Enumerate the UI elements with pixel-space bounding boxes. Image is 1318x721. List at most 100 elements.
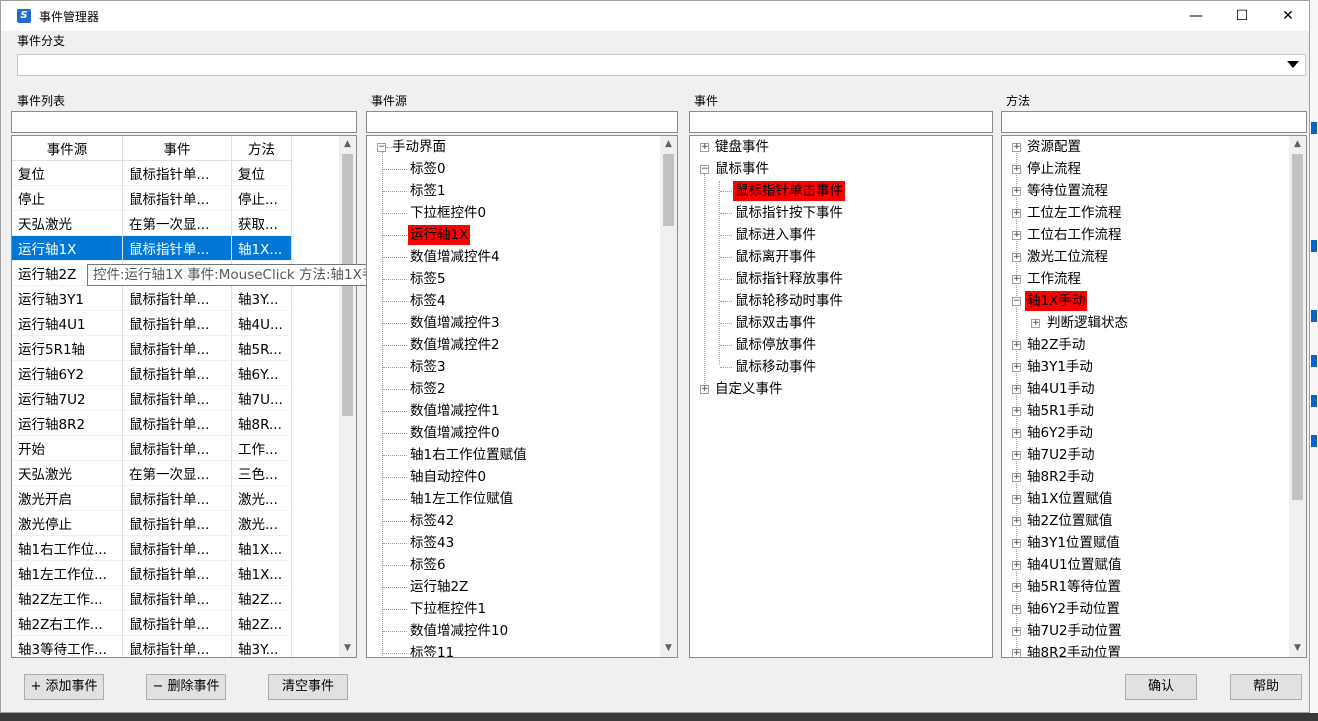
tree-node-method[interactable]: 激光工位流程 xyxy=(1025,247,1110,267)
tree-node-event[interactable]: 鼠标轮移动时事件 xyxy=(733,291,845,311)
cell-source[interactable]: 开始 xyxy=(12,435,123,461)
scroll-up-icon[interactable]: ▲ xyxy=(339,136,356,153)
table-row[interactable]: 复位 鼠标指针单... 复位 xyxy=(12,160,292,186)
scroll-up-icon[interactable]: ▲ xyxy=(1289,136,1306,153)
table-row[interactable]: 轴3等待工作... 鼠标指针单... 轴3Y... xyxy=(12,635,292,657)
tree-node-event[interactable]: 鼠标指针释放事件 xyxy=(733,269,845,289)
table-row[interactable]: 开始 鼠标指针单... 工作... xyxy=(12,435,292,461)
expand-icon[interactable]: + xyxy=(1012,451,1021,460)
cell-event[interactable]: 鼠标指针单... xyxy=(122,635,232,657)
tree-node[interactable]: 标签11 xyxy=(408,643,456,657)
tree-node-method[interactable]: 轴3Y1手动 xyxy=(1025,357,1095,377)
scroll-down-icon[interactable]: ▼ xyxy=(339,640,356,657)
table-row[interactable]: 停止 鼠标指针单... 停止... xyxy=(12,185,292,211)
cell-event[interactable]: 鼠标指针单... xyxy=(122,560,232,586)
tree-node-method[interactable]: 停止流程 xyxy=(1025,159,1083,179)
cell-source[interactable]: 轴2Z左工作... xyxy=(12,585,123,611)
expand-icon[interactable]: + xyxy=(1012,627,1021,636)
close-button[interactable]: ✕ xyxy=(1265,1,1309,31)
event-list-grid[interactable]: 事件源 事件 方法 复位 鼠标指针单... 复位 停止 鼠标指针单... 停止... 天弘激… xyxy=(11,135,357,658)
tree-node[interactable]: 数值增减控件3 xyxy=(408,313,502,333)
cell-event[interactable]: 鼠标指针单... xyxy=(122,160,232,186)
tree-node-event[interactable]: 鼠标进入事件 xyxy=(733,225,818,245)
tree-node-keyboard[interactable]: 键盘事件 xyxy=(713,137,771,157)
tree-node-event[interactable]: 鼠标停放事件 xyxy=(733,335,818,355)
tree-node[interactable]: 轴1左工作位赋值 xyxy=(408,489,515,509)
cell-source[interactable]: 运行轴3Y1 xyxy=(12,285,123,311)
minimize-button[interactable]: — xyxy=(1173,1,1219,31)
collapse-icon[interactable]: − xyxy=(377,143,386,152)
tree-node-method[interactable]: 轴8R2手动 xyxy=(1025,467,1096,487)
tree-node-method[interactable]: 轴5R1等待位置 xyxy=(1025,577,1123,597)
tree-node-method[interactable]: 轴4U1手动 xyxy=(1025,379,1097,399)
table-row[interactable]: 轴1左工作位... 鼠标指针单... 轴1X... xyxy=(12,560,292,586)
events-tree[interactable]: + 键盘事件 − 鼠标事件 鼠标指针单击事件 鼠标指针按下事件 鼠标进入事件 鼠标离开事件 鼠标… xyxy=(689,135,993,658)
table-row[interactable]: 激光停止 鼠标指针单... 激光... xyxy=(12,510,292,536)
expand-icon[interactable]: + xyxy=(700,143,709,152)
expand-icon[interactable]: + xyxy=(1012,253,1021,262)
scroll-thumb[interactable] xyxy=(1292,154,1303,500)
methods-tree[interactable]: + 资源配置 + 停止流程 + 等待位置流程 + 工位左工作流程 + 工位右工作流程 + 激光工位流程… xyxy=(1001,135,1307,658)
cell-source[interactable]: 天弘激光 xyxy=(12,460,123,486)
cell-source[interactable]: 停止 xyxy=(12,185,123,211)
expand-icon[interactable]: + xyxy=(1012,495,1021,504)
cell-method[interactable]: 轴1X... xyxy=(231,535,292,561)
table-row[interactable]: 运行轴1X 鼠标指针单... 轴1X... xyxy=(12,235,292,261)
cell-method[interactable]: 轴6Y... xyxy=(231,360,292,386)
tree-node-event[interactable]: 鼠标双击事件 xyxy=(733,313,818,333)
tree-node[interactable]: 标签1 xyxy=(408,181,448,201)
tree-node-method[interactable]: 轴6Y2手动位置 xyxy=(1025,599,1122,619)
event-list-filter-input[interactable] xyxy=(11,111,357,133)
scroll-up-icon[interactable]: ▲ xyxy=(660,136,677,153)
expand-icon[interactable]: + xyxy=(1012,517,1021,526)
dropdown-arrow-icon[interactable] xyxy=(1287,61,1299,68)
expand-icon[interactable]: + xyxy=(1012,231,1021,240)
tree-node[interactable]: 标签43 xyxy=(408,533,456,553)
tree-node-custom[interactable]: 自定义事件 xyxy=(713,379,785,399)
tree-node-mouse[interactable]: 鼠标事件 xyxy=(713,159,771,179)
tree-node-method[interactable]: 工位左工作流程 xyxy=(1025,203,1124,223)
tree-node[interactable]: 标签42 xyxy=(408,511,456,531)
cell-event[interactable]: 鼠标指针单... xyxy=(122,235,232,261)
cell-source[interactable]: 运行轴8R2 xyxy=(12,410,123,436)
cell-method[interactable]: 轴1X... xyxy=(231,560,292,586)
cell-source[interactable]: 天弘激光 xyxy=(12,210,123,236)
expand-icon[interactable]: + xyxy=(1012,187,1021,196)
cell-source[interactable]: 运行轴7U2 xyxy=(12,385,123,411)
confirm-button[interactable]: 确认 xyxy=(1125,674,1197,700)
tree-node-event[interactable]: 鼠标移动事件 xyxy=(733,357,818,377)
tree-node-method[interactable]: 轴7U2手动位置 xyxy=(1025,621,1124,641)
source-scrollbar[interactable]: ▲ ▼ xyxy=(660,136,677,657)
expand-icon[interactable]: + xyxy=(1012,363,1021,372)
source-filter-input[interactable] xyxy=(366,111,678,133)
expand-icon[interactable]: + xyxy=(1012,165,1021,174)
tree-node-method[interactable]: 轴1X手动 xyxy=(1025,291,1088,311)
event-list-scrollbar[interactable]: ▲ ▼ xyxy=(339,136,356,657)
table-row[interactable]: 运行轴3Y1 鼠标指针单... 轴3Y... xyxy=(12,285,292,311)
table-row[interactable]: 轴1右工作位... 鼠标指针单... 轴1X... xyxy=(12,535,292,561)
source-tree[interactable]: − 手动界面 标签0 标签1 下拉框控件0 运行轴1X 数值增减控件4 标签5 标签4 数值增减控… xyxy=(366,135,678,658)
cell-source[interactable]: 运行轴6Y2 xyxy=(12,360,123,386)
tree-node[interactable]: 数值增减控件0 xyxy=(408,423,502,443)
cell-source[interactable]: 轴1左工作位... xyxy=(12,560,123,586)
tree-node[interactable]: 数值增减控件2 xyxy=(408,335,502,355)
cell-method[interactable]: 轴4U... xyxy=(231,310,292,336)
tree-node[interactable]: 轴自动控件0 xyxy=(408,467,488,487)
cell-method[interactable]: 复位 xyxy=(231,160,292,186)
table-row[interactable]: 运行轴8R2 鼠标指针单... 轴8R... xyxy=(12,410,292,436)
expand-icon[interactable]: + xyxy=(1012,275,1021,284)
scroll-thumb[interactable] xyxy=(663,154,674,226)
methods-scrollbar[interactable]: ▲ ▼ xyxy=(1289,136,1306,657)
events-filter-input[interactable] xyxy=(689,111,993,133)
cell-source[interactable]: 激光停止 xyxy=(12,510,123,536)
table-row[interactable]: 天弘激光 在第一次显... 获取... xyxy=(12,210,292,236)
cell-method[interactable]: 获取... xyxy=(231,210,292,236)
tree-node[interactable]: 标签0 xyxy=(408,159,448,179)
add-event-button[interactable]: + 添加事件 xyxy=(24,674,104,700)
tree-node[interactable]: 下拉框控件1 xyxy=(408,599,488,619)
column-header-source[interactable]: 事件源 xyxy=(12,136,123,161)
expand-icon[interactable]: + xyxy=(1012,209,1021,218)
cell-event[interactable]: 鼠标指针单... xyxy=(122,335,232,361)
expand-icon[interactable]: + xyxy=(1012,561,1021,570)
cell-event[interactable]: 鼠标指针单... xyxy=(122,510,232,536)
